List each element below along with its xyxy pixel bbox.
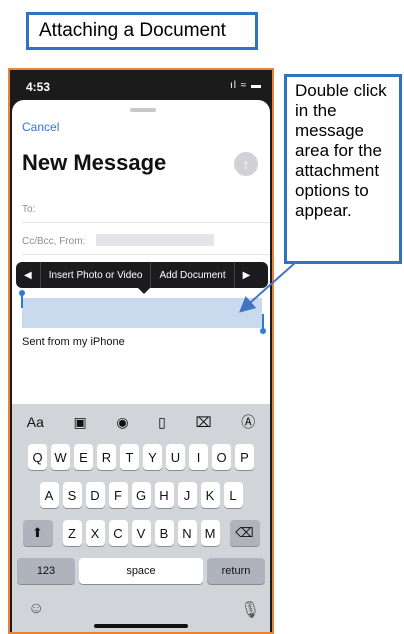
keyboard: Aa ▣ ◉ ▯ ⌧ Ⓐ QWERTYUIOP ASDFGHJKL ⬆ ZXCV… xyxy=(12,404,270,632)
add-document-button[interactable]: Add Document xyxy=(151,262,233,288)
divider xyxy=(22,254,270,255)
markup-icon[interactable]: Ⓐ xyxy=(241,412,255,432)
insert-photo-video-button[interactable]: Insert Photo or Video xyxy=(41,262,151,288)
popup-pointer xyxy=(138,288,150,294)
photo-library-icon[interactable]: ▣ xyxy=(74,414,87,431)
divider xyxy=(22,222,270,223)
instruction-callout: Double click in the message area for the… xyxy=(284,74,402,264)
status-time: 4:53 xyxy=(26,80,51,94)
key-r[interactable]: R xyxy=(97,444,116,470)
key-c[interactable]: C xyxy=(108,520,128,546)
camera-icon[interactable]: ◉ xyxy=(116,414,128,431)
shift-key[interactable]: ⬆ xyxy=(22,520,53,546)
email-signature[interactable]: Sent from my iPhone xyxy=(22,336,125,348)
key-g[interactable]: G xyxy=(131,482,151,508)
edit-menu-popup: ◀ Insert Photo or Video Add Document ▶ xyxy=(16,262,268,288)
key-m[interactable]: M xyxy=(200,520,220,546)
space-key[interactable]: space xyxy=(79,558,203,584)
message-body-selection[interactable] xyxy=(22,298,262,328)
sheet-grabber[interactable] xyxy=(130,108,156,112)
key-t[interactable]: T xyxy=(120,444,139,470)
slide-title: Attaching a Document xyxy=(26,12,258,50)
format-text-icon[interactable]: Aa xyxy=(27,414,44,430)
key-d[interactable]: D xyxy=(85,482,105,508)
selection-handle-end[interactable] xyxy=(260,328,266,334)
key-o[interactable]: O xyxy=(212,444,231,470)
microphone-icon[interactable]: 🎙 xyxy=(240,600,260,620)
key-s[interactable]: S xyxy=(62,482,82,508)
key-v[interactable]: V xyxy=(131,520,151,546)
key-u[interactable]: U xyxy=(166,444,185,470)
arrow-up-icon: ↑ xyxy=(242,156,250,172)
phone-screenshot: 4:53 ıl ≈ ▬ Cancel New Message ↑ To: Cc/… xyxy=(8,68,274,634)
key-b[interactable]: B xyxy=(154,520,174,546)
key-f[interactable]: F xyxy=(108,482,128,508)
backspace-key[interactable]: ⌫ xyxy=(229,520,260,546)
letter-keys: ZXCVBNM xyxy=(62,520,220,546)
key-n[interactable]: N xyxy=(177,520,197,546)
key-z[interactable]: Z xyxy=(62,520,82,546)
selection-handle-start-bar[interactable] xyxy=(21,294,23,308)
key-k[interactable]: K xyxy=(200,482,220,508)
shift-icon: ⬆ xyxy=(32,525,43,540)
to-field[interactable]: To: xyxy=(22,204,35,215)
emoji-icon[interactable]: ☺ xyxy=(28,600,44,618)
document-icon[interactable]: ▯ xyxy=(158,414,166,431)
key-i[interactable]: I xyxy=(189,444,208,470)
menu-right-arrow[interactable]: ▶ xyxy=(235,262,259,288)
page-title: New Message xyxy=(22,150,167,175)
key-x[interactable]: X xyxy=(85,520,105,546)
key-j[interactable]: J xyxy=(177,482,197,508)
scan-document-icon[interactable]: ⌧ xyxy=(195,414,211,431)
keyboard-row: QWERTYUIOP xyxy=(12,444,270,470)
keyboard-row: ASDFGHJKL xyxy=(12,482,270,508)
cancel-button[interactable]: Cancel xyxy=(22,120,59,134)
instruction-text: Double click in the message area for the… xyxy=(295,81,387,220)
key-q[interactable]: Q xyxy=(28,444,47,470)
ccbcc-field[interactable]: Cc/Bcc, From: xyxy=(22,236,85,247)
keyboard-row: ⬆ ZXCVBNM ⌫ xyxy=(12,520,270,546)
key-e[interactable]: E xyxy=(74,444,93,470)
slide-title-text: Attaching a Document xyxy=(39,20,226,41)
key-y[interactable]: Y xyxy=(143,444,162,470)
key-w[interactable]: W xyxy=(51,444,70,470)
status-icons: ıl ≈ ▬ xyxy=(229,80,262,91)
return-key[interactable]: return xyxy=(207,558,265,584)
compose-sheet: Cancel New Message ↑ To: Cc/Bcc, From: ◀… xyxy=(12,100,270,632)
key-p[interactable]: P xyxy=(235,444,254,470)
from-address-redacted xyxy=(96,234,214,246)
home-indicator[interactable] xyxy=(94,624,188,628)
send-button[interactable]: ↑ xyxy=(234,152,258,176)
key-l[interactable]: L xyxy=(223,482,243,508)
numbers-key[interactable]: 123 xyxy=(17,558,75,584)
key-a[interactable]: A xyxy=(39,482,59,508)
backspace-icon: ⌫ xyxy=(235,525,254,540)
keyboard-row: 123 space return xyxy=(12,558,270,584)
menu-left-arrow[interactable]: ◀ xyxy=(16,262,40,288)
key-h[interactable]: H xyxy=(154,482,174,508)
keyboard-toolbar: Aa ▣ ◉ ▯ ⌧ Ⓐ xyxy=(12,412,270,432)
